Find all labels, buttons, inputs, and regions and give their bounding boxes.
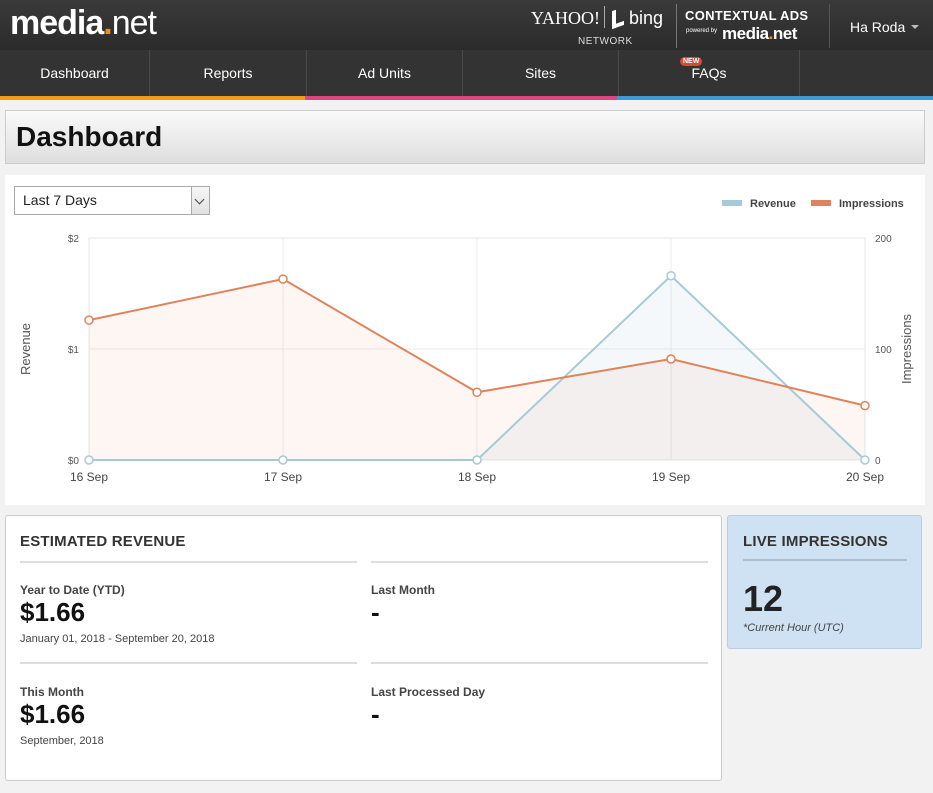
page-title-bar: Dashboard [5, 110, 925, 164]
last-month-label: Last Month [371, 583, 435, 597]
x-tick-label: 19 Sep [652, 470, 690, 484]
top-bar: media.net YAHOO! bing NETWORK CONTEXTUAL… [0, 0, 933, 50]
x-tick-label: 16 Sep [70, 470, 108, 484]
nav-accent-pink [305, 96, 617, 100]
estimated-revenue-card: ESTIMATED REVENUE Year to Date (YTD) $1.… [5, 515, 722, 781]
impressions-point [666, 354, 676, 364]
yahoo-logo: YAHOO! [531, 8, 600, 28]
chevron-down-icon [911, 25, 920, 29]
chart-panel: Last 7 Days Revenue Impressions $0 $1 $2 0 1… [5, 175, 925, 505]
powered-logo-main: media [722, 24, 769, 43]
revenue-point [84, 455, 94, 465]
user-divider [829, 4, 830, 48]
nav-sites[interactable]: Sites [463, 50, 619, 96]
x-tick-label: 17 Sep [264, 470, 302, 484]
live-impressions-title: LIVE IMPRESSIONS [743, 533, 888, 550]
divider [743, 559, 907, 561]
powered-by-label: powered by [686, 28, 718, 34]
powered-by-logo: media.net [722, 24, 797, 44]
nav-faqs[interactable]: FAQs [619, 50, 800, 96]
contextual-ads-label: CONTEXTUAL ADS [685, 8, 809, 23]
last-processed-label: Last Processed Day [371, 685, 486, 699]
divider [371, 662, 708, 664]
x-tick-label: 20 Sep [846, 470, 884, 484]
last-processed-value: - [371, 699, 380, 729]
x-tick-label: 18 Sep [458, 470, 496, 484]
powered-logo-net: net [772, 24, 798, 43]
user-name: Ha Roda [850, 19, 906, 35]
y-axis-title: Revenue [18, 323, 33, 375]
this-month-sub: September, 2018 [20, 735, 104, 747]
logo-divider [604, 6, 605, 28]
last-month-value: - [371, 597, 380, 627]
revenue-impressions-chart: $0 $1 $2 0 100 200 16 Sep 17 Sep 18 Sep 19 Sep 20 … [18, 234, 914, 484]
live-impressions-card: LIVE IMPRESSIONS 12 *Current Hour (UTC) [727, 515, 922, 649]
revenue-point [666, 270, 676, 281]
this-month-label: This Month [20, 685, 84, 699]
revenue-point [278, 455, 288, 465]
divider [20, 561, 357, 563]
y-tick-label: $2 [68, 234, 80, 245]
y2-tick-label: 0 [875, 456, 881, 467]
network-label: NETWORK [578, 36, 633, 47]
y2-tick-label: 200 [875, 234, 892, 245]
revenue-point [860, 455, 870, 465]
ytd-range: January 01, 2018 - September 20, 2018 [20, 633, 215, 645]
header-divider [676, 4, 677, 48]
divider [20, 662, 357, 664]
impressions-point [84, 315, 94, 325]
live-impressions-note: *Current Hour (UTC) [743, 622, 844, 634]
nav-dashboard[interactable]: Dashboard [0, 50, 150, 96]
logo-net: net [111, 4, 157, 42]
revenue-point [472, 455, 482, 465]
user-menu[interactable]: Ha Roda [850, 19, 920, 35]
nav-reports[interactable]: Reports [150, 50, 307, 96]
bing-icon [612, 6, 624, 30]
nav-accent-orange [0, 96, 305, 100]
y-tick-label: $1 [68, 345, 80, 356]
y2-axis-title: Impressions [899, 313, 914, 384]
bing-text: bing [629, 8, 664, 28]
impressions-point [860, 400, 870, 411]
page-title: Dashboard [16, 121, 163, 152]
bing-logo: bing [612, 6, 664, 30]
media-net-logo[interactable]: media.net [10, 4, 157, 43]
this-month-value: $1.66 [20, 699, 86, 729]
logo-main: media [10, 4, 104, 42]
y2-tick-label: 100 [875, 345, 892, 356]
estimated-revenue-title: ESTIMATED REVENUE [20, 533, 186, 550]
y-tick-label: $0 [68, 456, 80, 467]
nav-ad-units[interactable]: Ad Units [307, 50, 463, 96]
ytd-label: Year to Date (YTD) [20, 583, 125, 597]
live-impressions-value: 12 [743, 578, 784, 619]
divider [371, 561, 708, 563]
logo-dot: . [103, 4, 113, 42]
impressions-point [278, 274, 288, 284]
new-badge: NEW [680, 57, 703, 66]
nav-accent-blue [617, 96, 933, 100]
main-nav: Dashboard Reports Ad Units Sites FAQs [0, 50, 933, 96]
impressions-point [472, 387, 482, 398]
ytd-value: $1.66 [20, 597, 86, 627]
